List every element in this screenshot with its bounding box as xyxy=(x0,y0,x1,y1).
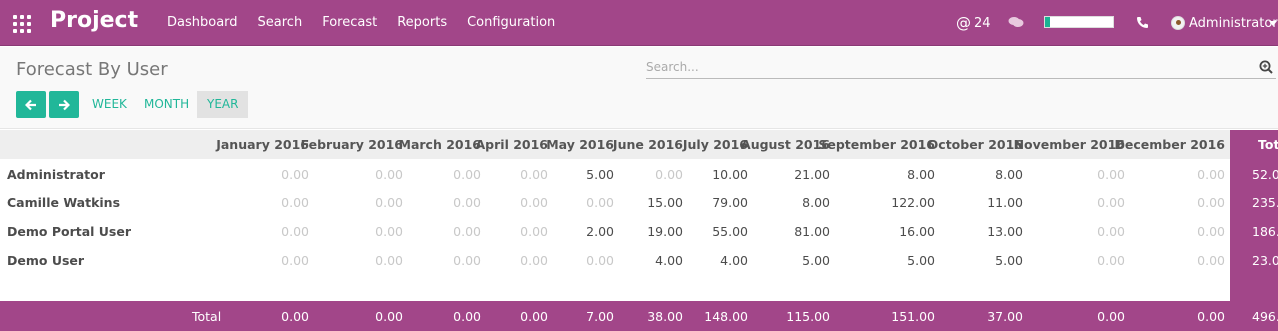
chat-icon[interactable] xyxy=(1008,16,1024,28)
table-cell[interactable]: 0.00 xyxy=(1025,224,1125,239)
row-total: 52.0 xyxy=(1252,167,1278,182)
table-cell[interactable]: 0.00 xyxy=(1125,167,1225,182)
table-cell[interactable]: 0.00 xyxy=(1025,167,1125,182)
table-cell[interactable]: 0.00 xyxy=(1125,195,1225,210)
footer-total-cell: 0.00 xyxy=(1197,309,1225,324)
table-cell[interactable]: 16.00 xyxy=(835,224,935,239)
apps-grid-icon[interactable] xyxy=(13,15,31,33)
table-cell[interactable]: 8.00 xyxy=(923,167,1023,182)
page-title: Forecast By User xyxy=(16,59,168,80)
top-navbar: Project Dashboard Search Forecast Report… xyxy=(0,0,1278,46)
app-brand: Project xyxy=(50,8,139,33)
arrow-left-icon xyxy=(25,99,36,110)
footer-total-cell: 37.00 xyxy=(987,309,1023,324)
search-input[interactable] xyxy=(646,57,1246,77)
row-total: 186.0 xyxy=(1252,224,1278,239)
search-icon[interactable] xyxy=(1259,60,1273,74)
previous-button[interactable] xyxy=(16,91,46,118)
footer-total-cell: 0.00 xyxy=(1097,309,1125,324)
main-menu: Dashboard Search Forecast Reports Config… xyxy=(157,0,565,46)
table-cell[interactable]: 21.00 xyxy=(730,167,830,182)
table-cell[interactable]: 5.00 xyxy=(835,253,935,268)
table-cell[interactable]: 11.00 xyxy=(923,195,1023,210)
table-cell[interactable]: 8.00 xyxy=(730,195,830,210)
table-cell[interactable]: 0.00 xyxy=(209,253,309,268)
footer-total-cell: 151.00 xyxy=(891,309,935,324)
row-total: 23.0 xyxy=(1252,253,1278,268)
menu-item-reports[interactable]: Reports xyxy=(387,0,457,46)
menu-item-dashboard[interactable]: Dashboard xyxy=(157,0,248,46)
row-total: 235.0 xyxy=(1252,195,1278,210)
table-cell[interactable]: 8.00 xyxy=(835,167,935,182)
user-avatar[interactable] xyxy=(1171,16,1185,30)
table-cell[interactable]: 0.00 xyxy=(209,195,309,210)
row-label[interactable]: Demo Portal User xyxy=(7,224,131,239)
table-cell[interactable]: 0.00 xyxy=(1025,195,1125,210)
column-header[interactable]: December 2016 xyxy=(1095,130,1226,159)
footer-total-cell: 115.00 xyxy=(786,309,830,324)
table-cell[interactable]: 0.00 xyxy=(1025,253,1125,268)
user-menu-name[interactable]: Administrator xyxy=(1189,16,1278,31)
table-cell[interactable]: 81.00 xyxy=(730,224,830,239)
table-cell[interactable]: 0.00 xyxy=(1125,224,1225,239)
menu-item-forecast[interactable]: Forecast xyxy=(312,0,387,46)
total-column-header: Tota xyxy=(1258,137,1278,152)
footer-grand-total: 496.0 xyxy=(1252,309,1278,324)
table-cell[interactable]: 5.00 xyxy=(923,253,1023,268)
arrow-right-icon xyxy=(59,99,70,110)
table-cell[interactable]: 122.00 xyxy=(835,195,935,210)
mention-icon[interactable]: @ xyxy=(956,14,971,32)
table-cell[interactable]: 5.00 xyxy=(730,253,830,268)
grid-footer: Total 0.00 0.00 0.00 0.00 7.00 38.00 148.00 115… xyxy=(0,301,1278,331)
table-cell[interactable]: 0.00 xyxy=(209,224,309,239)
mention-count[interactable]: 24 xyxy=(974,16,991,31)
activity-progress-bar[interactable] xyxy=(1044,16,1114,28)
menu-item-configuration[interactable]: Configuration xyxy=(457,0,565,46)
row-label[interactable]: Camille Watkins xyxy=(7,195,120,210)
user-menu-caret-icon[interactable] xyxy=(1269,21,1277,26)
scale-week-button[interactable]: WEEK xyxy=(82,91,137,118)
table-cell[interactable]: 0.00 xyxy=(209,167,309,182)
footer-total-cell: 0.00 xyxy=(281,309,309,324)
row-label[interactable]: Demo User xyxy=(7,253,84,268)
control-panel: Forecast By User WEEK MONTH YEAR xyxy=(0,47,1278,129)
menu-item-search[interactable]: Search xyxy=(248,0,313,46)
search-box xyxy=(646,57,1276,79)
phone-icon[interactable] xyxy=(1136,16,1149,29)
row-label[interactable]: Administrator xyxy=(7,167,105,182)
table-cell[interactable]: 13.00 xyxy=(923,224,1023,239)
next-button[interactable] xyxy=(49,91,79,118)
scale-year-button[interactable]: YEAR xyxy=(197,91,249,118)
scale-month-button[interactable]: MONTH xyxy=(134,91,199,118)
table-cell[interactable]: 0.00 xyxy=(1125,253,1225,268)
